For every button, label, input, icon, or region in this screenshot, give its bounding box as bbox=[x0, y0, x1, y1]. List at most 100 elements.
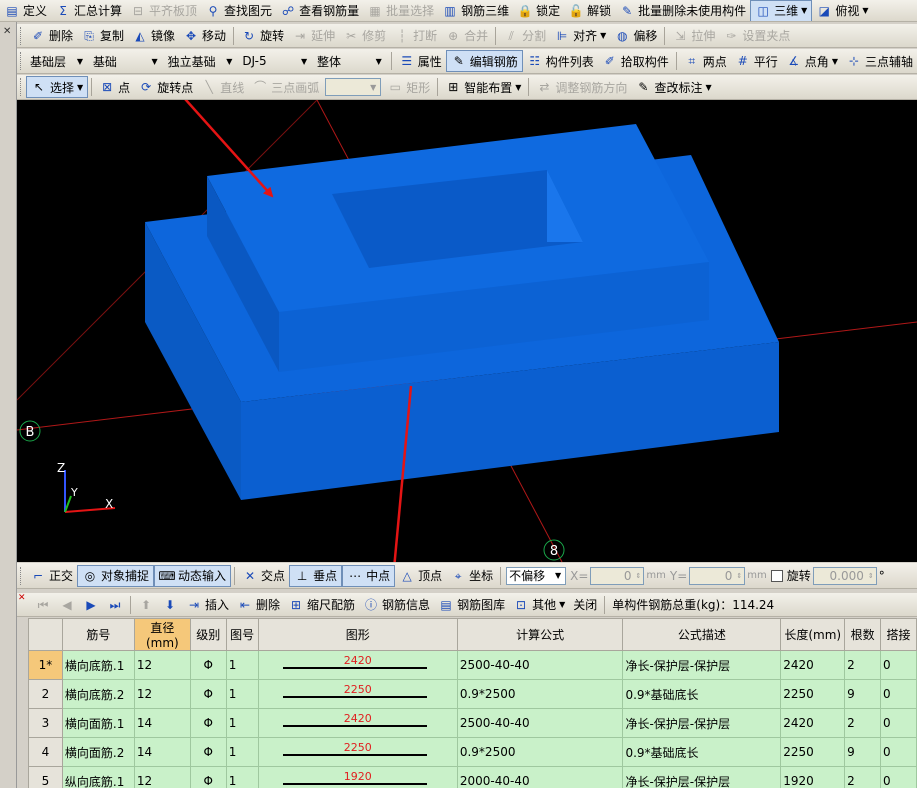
column-header[interactable]: 直径(mm) bbox=[133, 618, 191, 651]
point-angle-button[interactable]: ∡ 点角 ▼ bbox=[782, 50, 842, 72]
row-number[interactable]: 1* bbox=[28, 650, 63, 680]
formula-cell[interactable]: 0.9*2500 bbox=[456, 737, 624, 767]
formula-cell[interactable]: 2000-40-40 bbox=[456, 766, 624, 788]
lap-cell[interactable]: 0 bbox=[880, 650, 917, 680]
grade-cell[interactable]: Φ bbox=[189, 650, 227, 680]
y-coord-input[interactable]: 0 ⇕ bbox=[689, 566, 746, 585]
shape-cell[interactable]: 2250 bbox=[257, 679, 458, 709]
move-button[interactable]: ✥ 移动 bbox=[179, 25, 230, 47]
shape-cell[interactable]: 1920 bbox=[257, 766, 458, 788]
component-select[interactable]: DJ-5 ▼ bbox=[240, 52, 311, 70]
table-row[interactable]: 5 纵向底筋.1 12 Φ 1 1920 2000-40-40 净长-保护层-保护层 1920 2… bbox=[28, 766, 917, 788]
formula-cell[interactable]: 2500-40-40 bbox=[456, 650, 624, 680]
arc-button[interactable]: ⌒ 三点画弧 bbox=[248, 76, 323, 98]
category-select[interactable]: 基础 ▼ bbox=[91, 52, 162, 70]
column-header[interactable]: 筋号 bbox=[61, 618, 135, 651]
move-down-button[interactable]: ⬇ bbox=[158, 594, 182, 616]
column-header[interactable]: 公式描述 bbox=[622, 618, 782, 651]
intersection-button[interactable]: ✕ 交点 bbox=[238, 565, 289, 587]
pick-component-button[interactable]: ✐ 拾取构件 bbox=[598, 50, 673, 72]
lock-button[interactable]: 🔒 锁定 bbox=[513, 0, 564, 21]
shape-cell[interactable]: 2250 bbox=[257, 737, 458, 767]
close-button[interactable]: 关闭 bbox=[569, 594, 601, 616]
delete-row-button[interactable]: ⇤ 删除 bbox=[233, 594, 284, 616]
column-header[interactable]: 搭接 bbox=[880, 618, 917, 651]
delete-button[interactable]: ✐ 删除 bbox=[26, 25, 77, 47]
length-cell[interactable]: 1920 bbox=[780, 766, 846, 788]
close-icon[interactable]: ✕ bbox=[3, 26, 11, 37]
column-header[interactable] bbox=[28, 618, 63, 651]
formula-cell[interactable]: 2500-40-40 bbox=[456, 708, 624, 738]
insert-button[interactable]: ⇥ 插入 bbox=[182, 594, 233, 616]
length-cell[interactable]: 2420 bbox=[780, 708, 846, 738]
count-cell[interactable]: 2 bbox=[844, 650, 882, 680]
parallel-button[interactable]: # 平行 bbox=[731, 50, 782, 72]
table-row[interactable]: 2 横向底筋.2 12 Φ 1 2250 0.9*2500 0.9*基础底长 2250 9 0 bbox=[28, 679, 917, 709]
level-slab-button[interactable]: ⊟ 平齐板顶 bbox=[126, 0, 201, 21]
diameter-cell[interactable]: 12 bbox=[133, 650, 191, 680]
toolbar-grip[interactable] bbox=[20, 566, 23, 585]
vertex-button[interactable]: △ 顶点 bbox=[395, 565, 446, 587]
rebar-name-cell[interactable]: 横向底筋.2 bbox=[61, 679, 135, 709]
description-cell[interactable]: 净长-保护层-保护层 bbox=[622, 708, 782, 738]
length-cell[interactable]: 2250 bbox=[780, 679, 846, 709]
extend-button[interactable]: ⇥ 延伸 bbox=[288, 25, 339, 47]
column-header[interactable]: 图号 bbox=[225, 618, 259, 651]
rebar-info-button[interactable]: ⓘ 钢筋信息 bbox=[359, 594, 434, 616]
rebar-name-cell[interactable]: 纵向底筋.1 bbox=[61, 766, 135, 788]
column-header[interactable]: 图形 bbox=[257, 618, 458, 651]
first-record-button[interactable]: ⏮ bbox=[31, 594, 55, 616]
description-cell[interactable]: 0.9*基础底长 bbox=[622, 679, 782, 709]
table-row[interactable]: 1* 横向底筋.1 12 Φ 1 2420 2500-40-40 净长-保护层-保护层 2420… bbox=[28, 650, 917, 680]
scale-rebar-button[interactable]: ⊞ 缩尺配筋 bbox=[284, 594, 359, 616]
set-grip-button[interactable]: ✑ 设置夹点 bbox=[719, 25, 794, 47]
count-cell[interactable]: 9 bbox=[844, 737, 882, 767]
length-cell[interactable]: 2420 bbox=[780, 650, 846, 680]
move-up-button[interactable]: ⬆ bbox=[134, 594, 158, 616]
shape-cell[interactable]: 2420 bbox=[257, 650, 458, 680]
unlock-button[interactable]: 🔓 解锁 bbox=[564, 0, 615, 21]
align-button[interactable]: ⊫ 对齐 ▼ bbox=[550, 25, 610, 47]
find-element-button[interactable]: ⚲ 查找图元 bbox=[201, 0, 276, 21]
column-header[interactable]: 根数 bbox=[844, 618, 882, 651]
diameter-cell[interactable]: 14 bbox=[133, 737, 191, 767]
diameter-cell[interactable]: 12 bbox=[133, 766, 191, 788]
rotate-checkbox[interactable] bbox=[770, 569, 783, 582]
figure-number-cell[interactable]: 1 bbox=[225, 766, 259, 788]
property-button[interactable]: ☰ 属性 bbox=[395, 50, 446, 72]
type-select[interactable]: 独立基础 ▼ bbox=[166, 52, 237, 70]
offset-button[interactable]: ◍ 偏移 bbox=[610, 25, 661, 47]
mirror-button[interactable]: ◭ 镜像 bbox=[128, 25, 179, 47]
smart-layout-button[interactable]: ⊞ 智能布置 ▼ bbox=[441, 76, 525, 98]
toolbar-grip[interactable] bbox=[20, 52, 23, 70]
three-point-aux-button[interactable]: ⊹ 三点辅轴 bbox=[842, 50, 917, 72]
lap-cell[interactable]: 0 bbox=[880, 679, 917, 709]
dynamic-input-button[interactable]: ⌨ 动态输入 bbox=[154, 564, 232, 587]
length-cell[interactable]: 2250 bbox=[780, 737, 846, 767]
row-number[interactable]: 5 bbox=[28, 766, 63, 788]
row-number[interactable]: 4 bbox=[28, 737, 63, 767]
3d-viewport[interactable]: B 8 Z Y X bbox=[17, 100, 917, 562]
count-cell[interactable]: 9 bbox=[844, 679, 882, 709]
grade-cell[interactable]: Φ bbox=[189, 737, 227, 767]
formula-cell[interactable]: 0.9*2500 bbox=[456, 679, 624, 709]
definition-button[interactable]: ▤ 定义 bbox=[0, 0, 51, 21]
last-record-button[interactable]: ⏭ bbox=[103, 594, 127, 616]
trim-button[interactable]: ✂ 修剪 bbox=[339, 25, 390, 47]
other-button[interactable]: ⊡ 其他 ▼ bbox=[509, 594, 569, 616]
description-cell[interactable]: 0.9*基础底长 bbox=[622, 737, 782, 767]
row-number[interactable]: 3 bbox=[28, 708, 63, 738]
split-button[interactable]: ⫽ 分割 bbox=[499, 25, 550, 47]
table-row[interactable]: 4 横向面筋.2 14 Φ 1 2250 0.9*2500 0.9*基础底长 2250 9 0 bbox=[28, 737, 917, 767]
rotate-angle-input[interactable]: 0.000 ⇕ bbox=[812, 566, 877, 585]
x-coord-input[interactable]: 0 ⇕ bbox=[590, 566, 645, 585]
select-button[interactable]: ↖ 选择 ▼ bbox=[26, 76, 89, 98]
diameter-cell[interactable]: 12 bbox=[133, 679, 191, 709]
coordinate-button[interactable]: ⌖ 坐标 bbox=[446, 565, 497, 587]
batch-select-button[interactable]: ▦ 批量选择 bbox=[363, 0, 438, 21]
prev-record-button[interactable]: ◀ bbox=[55, 594, 79, 616]
shape-cell[interactable]: 2420 bbox=[257, 708, 458, 738]
description-cell[interactable]: 净长-保护层-保护层 bbox=[622, 650, 782, 680]
toolbar-grip[interactable] bbox=[20, 26, 23, 45]
row-number[interactable]: 2 bbox=[28, 679, 63, 709]
